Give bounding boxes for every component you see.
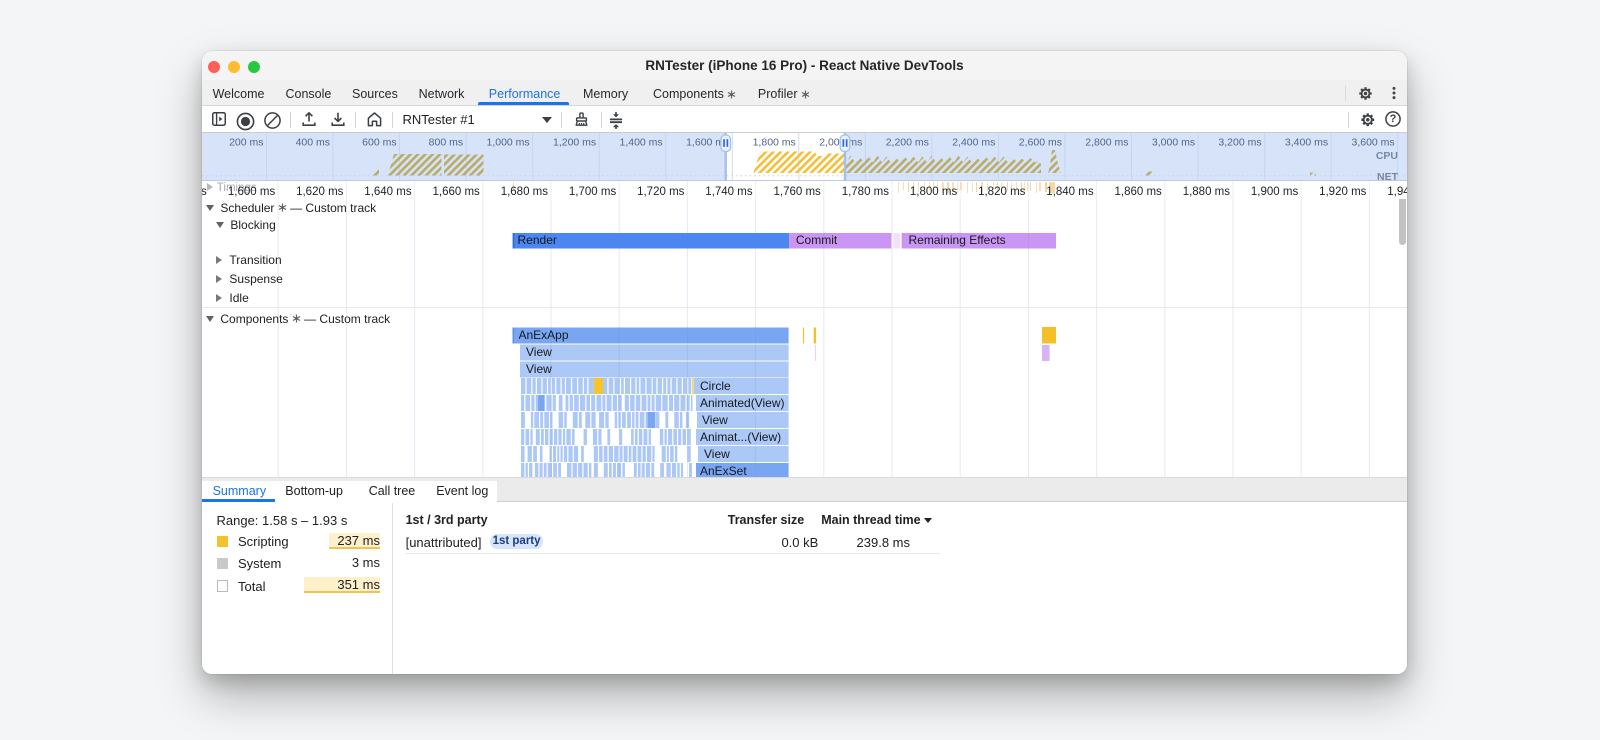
svg-text:600 ms: 600 ms [362,137,396,149]
svg-text:2,600 ms: 2,600 ms [1019,137,1062,149]
svg-text:400 ms: 400 ms [296,137,330,149]
svg-text:3,200 ms: 3,200 ms [1218,137,1261,149]
svg-text:CPU: CPU [1376,150,1398,162]
svg-text:2,800 ms: 2,800 ms [1085,137,1128,149]
svg-text:1,800 ms: 1,800 ms [753,137,796,149]
svg-text:3,000 ms: 3,000 ms [1152,137,1195,149]
svg-text:2,400 ms: 2,400 ms [952,137,995,149]
svg-text:1,400 ms: 1,400 ms [619,137,662,149]
svg-text:1,000 ms: 1,000 ms [486,137,529,149]
svg-text:2,200 ms: 2,200 ms [886,137,929,149]
svg-text:1,200 ms: 1,200 ms [553,137,596,149]
svg-text:800 ms: 800 ms [429,137,463,149]
svg-text:3,400 ms: 3,400 ms [1285,137,1328,149]
svg-text:200 ms: 200 ms [229,137,263,149]
svg-text:3,600 ms: 3,600 ms [1351,137,1394,149]
svg-text:NET: NET [1377,171,1399,181]
